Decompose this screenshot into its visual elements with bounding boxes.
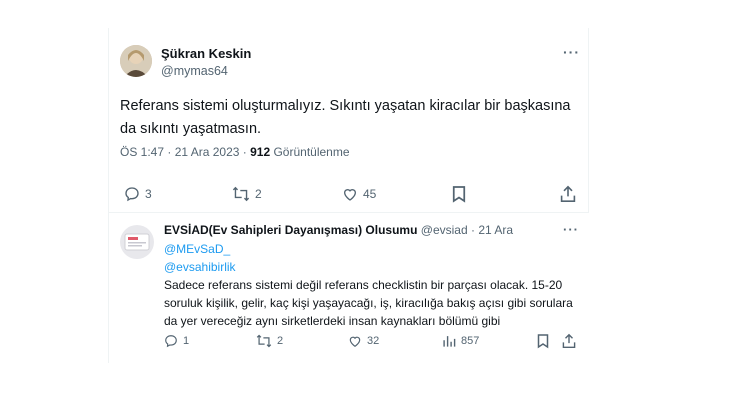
reply-button[interactable]: 3 <box>124 186 152 202</box>
bookmark-icon <box>452 186 466 203</box>
share-button[interactable] <box>560 185 576 203</box>
reply-avatar[interactable] <box>120 225 154 259</box>
reply-icon <box>125 187 139 202</box>
retweet-icon <box>256 334 272 348</box>
reply-author-name[interactable]: EVSİAD(Ev Sahipleri Dayanışması) Olusumu <box>164 223 417 237</box>
more-options-icon[interactable]: ··· <box>563 44 580 60</box>
bookmark-button[interactable] <box>452 185 466 203</box>
reply-views-count: 857 <box>461 335 480 347</box>
reply-header: EVSİAD(Ev Sahipleri Dayanışması) Olusumu… <box>164 223 513 237</box>
tweet-meta: ÖS 1:47 · 21 Ara 2023 · 912 Görüntülenme <box>120 145 350 159</box>
reply-retweet-count: 2 <box>277 335 284 347</box>
bookmark-icon <box>537 334 549 349</box>
like-button[interactable]: 45 <box>342 186 376 202</box>
avatar[interactable] <box>120 45 152 77</box>
retweet-icon <box>232 186 250 202</box>
views-count: 912 <box>250 145 271 159</box>
author-name[interactable]: Şükran Keskin <box>161 46 251 61</box>
reply-reply-count: 1 <box>183 335 190 347</box>
reply-count: 3 <box>145 187 152 201</box>
reply-author-handle[interactable]: @evsiad <box>421 223 468 237</box>
reply-retweet-button[interactable]: 2 <box>256 334 283 348</box>
author-handle[interactable]: @mymas64 <box>161 64 228 78</box>
retweet-button[interactable]: 2 <box>232 186 262 202</box>
views-label: Görüntülenme <box>273 145 350 159</box>
mention-link-2[interactable]: @evsahibirlik <box>164 258 236 276</box>
divider <box>108 212 589 213</box>
reply-bookmark-button[interactable] <box>537 333 549 349</box>
reply-text: Sadece referans sistemi değil referans c… <box>164 278 573 328</box>
tweet-time[interactable]: ÖS 1:47 · 21 Ara 2023 · <box>120 145 247 159</box>
heart-icon <box>349 336 361 347</box>
tweet-text: Referans sistemi oluşturmalıyız. Sıkıntı… <box>120 98 571 137</box>
share-icon <box>562 333 576 348</box>
tweet-thread: Şükran Keskin @mymas64 ··· Referans sist… <box>108 28 589 363</box>
like-count: 45 <box>363 187 377 201</box>
reply-like-count: 32 <box>367 335 380 347</box>
mention-link-1[interactable]: @MEvSaD_ <box>164 240 230 258</box>
reply-views-button[interactable]: 857 <box>442 334 479 348</box>
reply-like-button[interactable]: 32 <box>348 334 379 348</box>
reply-more-options-icon[interactable]: ··· <box>563 222 579 237</box>
left-border <box>108 28 109 363</box>
reply-date[interactable]: · 21 Ara <box>471 223 513 237</box>
analytics-icon <box>443 336 456 347</box>
heart-icon <box>343 189 357 201</box>
reply-reply-button[interactable]: 1 <box>164 334 189 348</box>
share-icon <box>560 185 576 202</box>
reply-share-button[interactable] <box>562 333 576 349</box>
retweet-count: 2 <box>255 187 262 201</box>
reply-icon <box>165 335 177 348</box>
